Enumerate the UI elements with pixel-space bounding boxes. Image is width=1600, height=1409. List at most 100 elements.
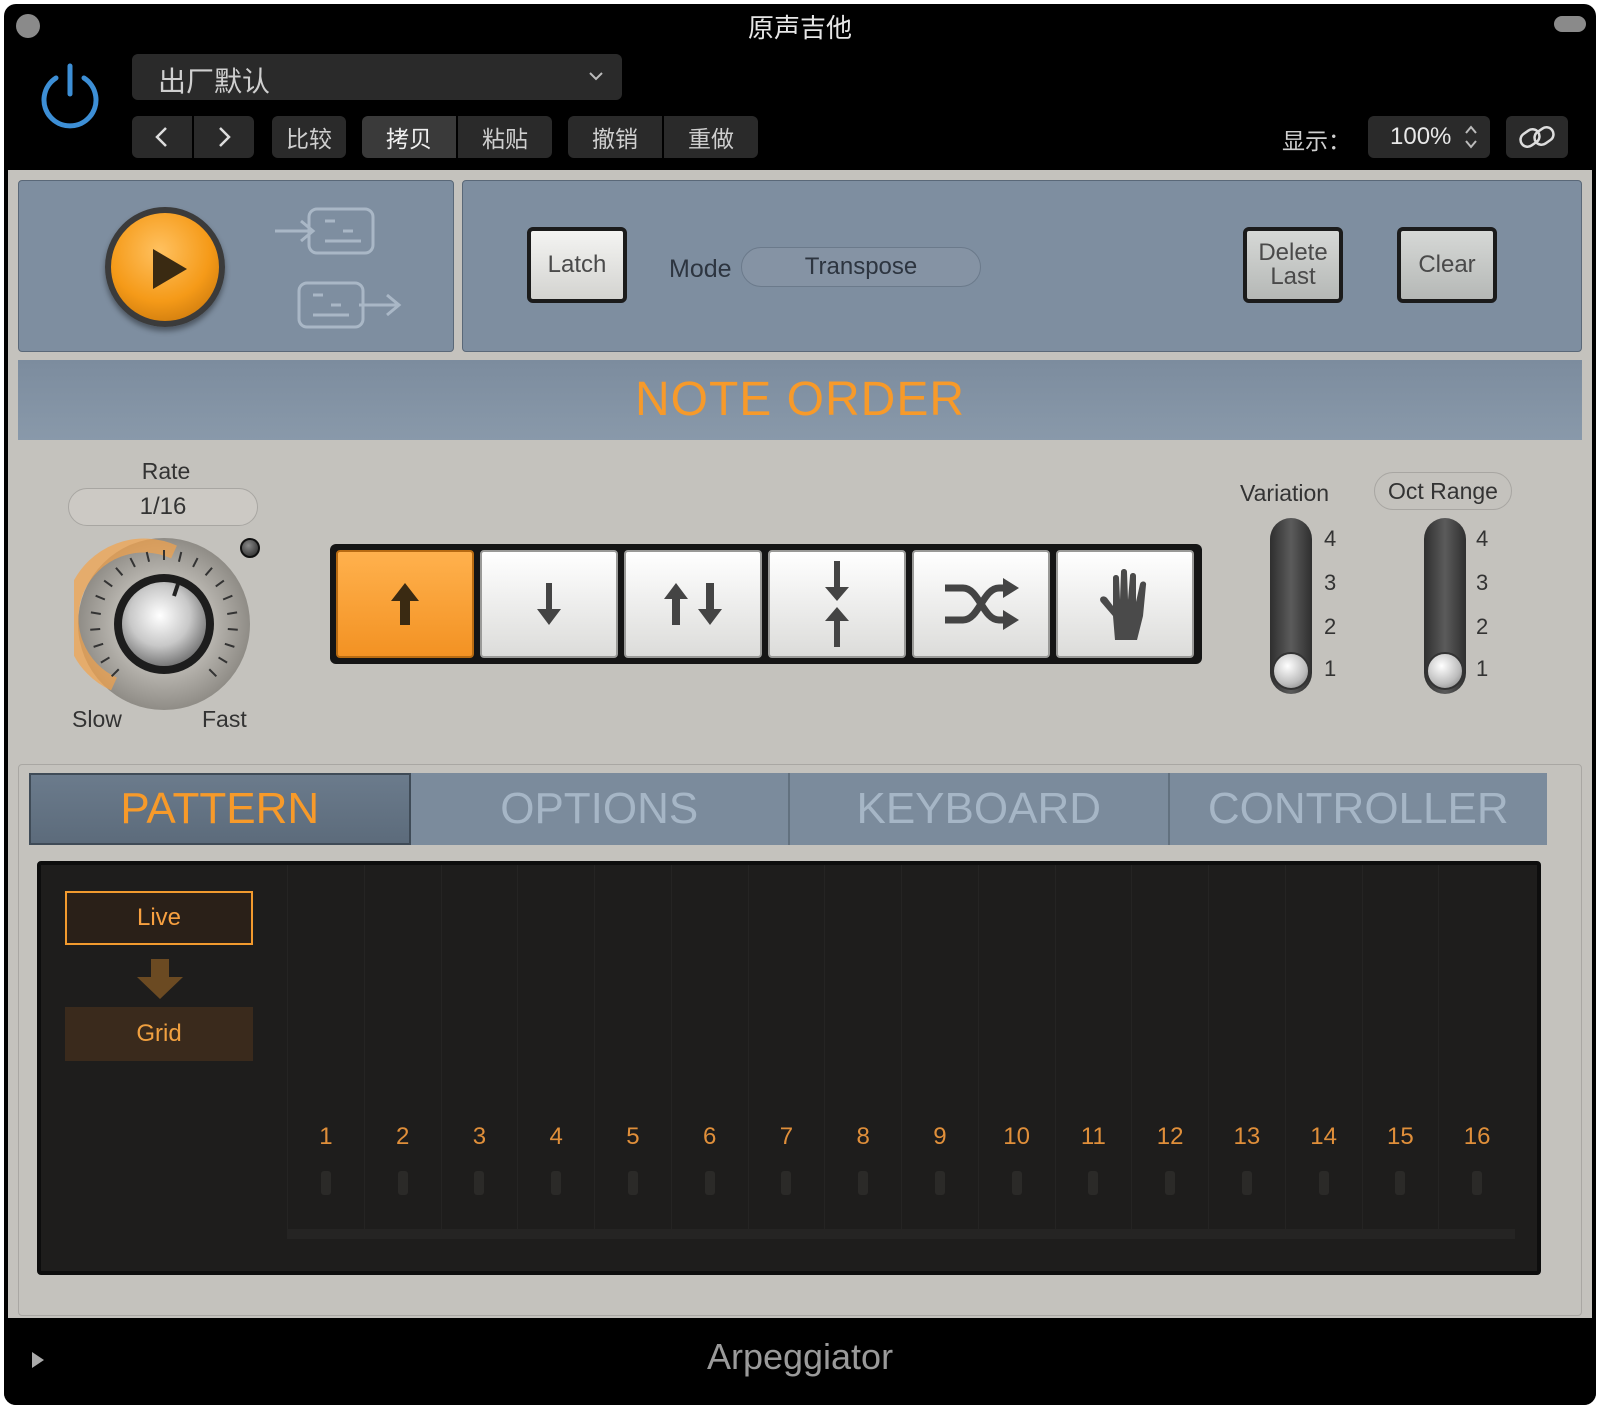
step-number: 16 <box>1463 1123 1491 1150</box>
arpeggiator-panel: Latch Mode Transpose Delete Last Clear NO… <box>8 170 1592 1318</box>
step-column[interactable]: 9 <box>901 865 978 1237</box>
step-number: 6 <box>702 1123 717 1150</box>
variation-tick: 4 <box>1324 526 1337 551</box>
zoom-stepper[interactable]: 100% <box>1368 116 1490 158</box>
step-marker <box>781 1171 792 1195</box>
step-number: 4 <box>549 1123 563 1150</box>
rate-knob[interactable] <box>74 534 254 714</box>
oct-range-tick: 3 <box>1476 570 1489 595</box>
step-column[interactable]: 16 <box>1438 865 1515 1237</box>
step-number: 12 <box>1156 1123 1184 1150</box>
up-icon <box>391 583 419 625</box>
step-column[interactable]: 5 <box>594 865 671 1237</box>
tab-controller[interactable]: CONTROLLER <box>1169 773 1547 845</box>
step-number: 1 <box>319 1123 333 1150</box>
delete-last-button[interactable]: Delete Last <box>1243 227 1343 303</box>
step-column[interactable]: 6 <box>670 865 748 1237</box>
preset-name: 出厂默认 <box>158 65 271 98</box>
step-column[interactable]: 12 <box>1131 865 1208 1237</box>
power-icon[interactable] <box>34 60 106 132</box>
step-column[interactable]: 10 <box>977 865 1055 1237</box>
step-marker <box>858 1171 869 1195</box>
order-manual-button[interactable] <box>1056 550 1194 658</box>
grid-button[interactable]: Grid <box>65 1007 253 1061</box>
slow-label: Slow <box>72 706 122 732</box>
link-button[interactable] <box>1506 116 1568 158</box>
next-preset-button[interactable] <box>194 116 254 158</box>
step-column[interactable]: 1 <box>287 865 364 1237</box>
redo-button[interactable]: 重做 <box>664 116 758 158</box>
previous-preset-button[interactable] <box>132 116 192 158</box>
oct-range-tick: 4 <box>1476 526 1489 551</box>
latch-button[interactable]: Latch <box>527 227 627 303</box>
variation-tick: 1 <box>1324 656 1337 681</box>
step-marker <box>320 1171 331 1195</box>
oct-range-slider-thumb[interactable] <box>1426 652 1464 690</box>
step-number: 7 <box>779 1123 794 1150</box>
step-column[interactable]: 13 <box>1208 865 1285 1237</box>
clear-button[interactable]: Clear <box>1397 227 1497 303</box>
outside-in-icon <box>825 561 849 647</box>
oct-range-slider[interactable] <box>1424 518 1466 694</box>
variation-slider-thumb[interactable] <box>1272 652 1310 690</box>
compare-button[interactable]: 比较 <box>272 116 346 158</box>
step-number: 5 <box>626 1123 640 1150</box>
arrow-down-icon <box>137 959 183 999</box>
step-marker <box>1395 1171 1406 1195</box>
step-column[interactable]: 4 <box>517 865 594 1237</box>
order-up-down-button[interactable] <box>624 550 762 658</box>
step-number: 13 <box>1233 1123 1261 1150</box>
step-column[interactable]: 7 <box>747 865 825 1237</box>
rate-value[interactable]: 1/16 <box>68 488 258 526</box>
chevron-right-icon <box>219 127 231 147</box>
variation-slider[interactable] <box>1270 518 1312 694</box>
fast-label: Fast <box>202 706 247 732</box>
oct-range-label[interactable]: Oct Range <box>1374 472 1512 510</box>
step-column[interactable]: 3 <box>440 865 518 1237</box>
order-down-button[interactable] <box>480 550 618 658</box>
tab-options[interactable]: OPTIONS <box>410 773 790 845</box>
up-down-arrows-icon <box>1465 125 1477 149</box>
step-marker <box>474 1171 485 1195</box>
chevron-left-icon <box>155 127 167 147</box>
latch-mode-panel: Latch Mode Transpose Delete Last Clear <box>462 180 1582 352</box>
zoom-label: 显示： <box>1282 129 1351 155</box>
transport-panel <box>18 180 454 352</box>
copy-button[interactable]: 拷贝 <box>362 116 456 158</box>
step-marker <box>1088 1171 1099 1195</box>
step-number: 8 <box>856 1123 870 1150</box>
footer-bar: Arpeggiator <box>4 1318 1596 1405</box>
window-collapse-button[interactable] <box>1554 16 1586 32</box>
step-column[interactable]: 8 <box>824 865 901 1237</box>
tab-pattern[interactable]: PATTERN <box>29 773 411 845</box>
manual-hand-icon <box>1100 569 1147 640</box>
preset-dropdown[interactable]: 出厂默认 <box>132 54 622 100</box>
pattern-grid: Live Grid 1 2 3 4 5 6 7 8 9 10 11 12 13 14 15 16 <box>37 861 1541 1275</box>
step-column[interactable]: 11 <box>1054 865 1132 1237</box>
paste-button[interactable]: 粘贴 <box>458 116 552 158</box>
step-marker <box>551 1171 562 1195</box>
up-down-icon <box>664 583 722 625</box>
order-outside-in-button[interactable] <box>768 550 906 658</box>
play-button[interactable] <box>105 207 225 327</box>
plugin-window: 原声吉他 出厂默认 比较 拷贝 粘贴 撤销 重做 显示： 100% Latch … <box>4 4 1596 1405</box>
step-column[interactable]: 2 <box>363 865 441 1237</box>
step-column[interactable]: 14 <box>1284 865 1362 1237</box>
note-order-title: NOTE ORDER <box>634 373 965 426</box>
output-pattern-icon <box>297 281 402 329</box>
play-icon <box>153 249 187 289</box>
mode-selector[interactable]: Transpose <box>741 247 981 287</box>
order-random-button[interactable] <box>912 550 1050 658</box>
oct-range-tick: 1 <box>1476 656 1489 681</box>
live-button[interactable]: Live <box>65 891 253 945</box>
input-pattern-icon <box>275 207 375 255</box>
undo-button[interactable]: 撤销 <box>568 116 662 158</box>
tab-keyboard[interactable]: KEYBOARD <box>790 773 1170 845</box>
step-number: 15 <box>1387 1123 1414 1150</box>
order-up-button[interactable] <box>336 550 474 658</box>
rate-sync-led[interactable] <box>240 538 260 558</box>
random-icon <box>945 578 1019 630</box>
link-icon <box>1519 126 1555 148</box>
step-column[interactable]: 15 <box>1361 865 1439 1237</box>
note-order-buttons <box>330 544 1202 664</box>
